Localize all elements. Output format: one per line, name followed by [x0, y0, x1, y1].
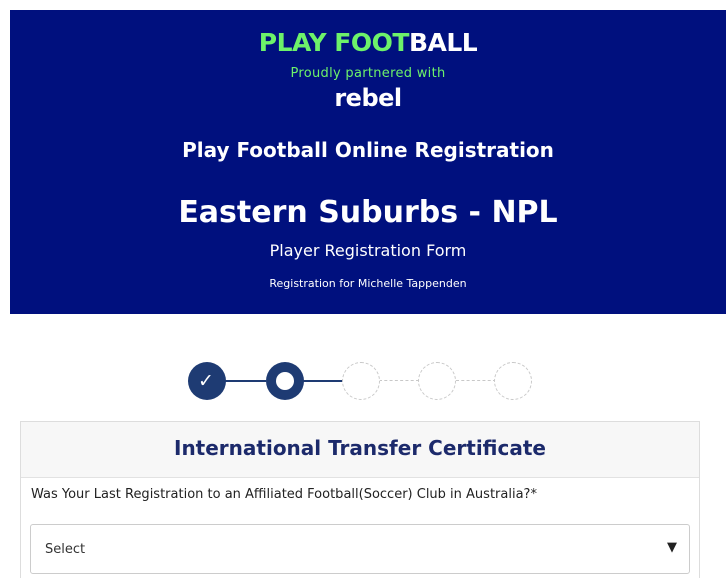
itc-section-card: International Transfer Certificate Was Y…	[20, 421, 700, 578]
play-football-logo: PLAY FOOTBALL	[10, 28, 726, 58]
registration-header: PLAY FOOTBALL Proudly partnered with reb…	[10, 10, 726, 314]
step-2-current	[266, 362, 304, 400]
brand-ball-text: BALL	[408, 28, 478, 57]
step-connector-4	[456, 380, 496, 381]
checkmark-icon: ✓	[198, 370, 214, 392]
step-4	[418, 362, 456, 400]
step-3	[342, 362, 380, 400]
step-connector-1	[225, 380, 266, 382]
section-title: International Transfer Certificate	[174, 436, 546, 460]
brand-play-text: PLAY FOOT	[258, 28, 410, 57]
rebel-logo: rebel	[334, 84, 402, 112]
club-name: Eastern Suburbs - NPL	[178, 195, 558, 230]
step-connector-3	[379, 380, 419, 381]
last-registration-question: Was Your Last Registration to an Affilia…	[31, 487, 537, 502]
partner-text: Proudly partnered with	[290, 66, 446, 81]
section-header: International Transfer Certificate	[21, 422, 699, 478]
step-5	[494, 362, 532, 400]
registration-for: Registration for Michelle Tappenden	[269, 277, 467, 290]
registration-stepper: ✓	[188, 362, 532, 402]
select-value: Select	[45, 542, 86, 557]
last-registration-select[interactable]: Select ▼	[30, 524, 690, 574]
step-1-completed: ✓	[188, 362, 226, 400]
form-name: Player Registration Form	[269, 241, 467, 260]
step-connector-2	[303, 380, 343, 382]
registration-title: Play Football Online Registration	[182, 138, 554, 162]
dropdown-arrow-icon: ▼	[667, 540, 677, 555]
